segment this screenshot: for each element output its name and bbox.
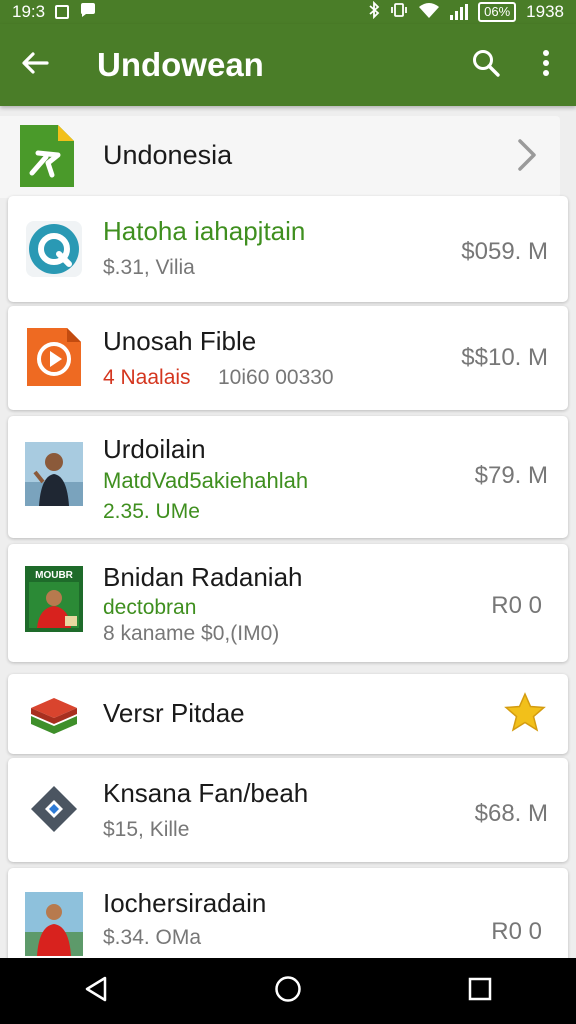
battery-indicator: 06%: [478, 2, 517, 22]
content-list[interactable]: Undonesia Hatoha iahapjtain $.31, Vilia …: [0, 106, 576, 958]
triangle-back-icon: [84, 975, 108, 1008]
item-title: Versr Pitdae: [103, 698, 245, 728]
system-nav-bar: [0, 958, 576, 1024]
video-file-icon: [25, 326, 83, 386]
bluetooth-icon: [368, 0, 380, 24]
nav-back-button[interactable]: [56, 958, 136, 1024]
category-label: Undonesia: [103, 140, 233, 170]
item-subtitle: MatdVad5akiehahlah: [103, 468, 309, 493]
search-button[interactable]: [456, 24, 516, 106]
list-item[interactable]: Iochersiradain $.34. OMa R0 0: [8, 868, 568, 958]
app-file-icon: [18, 123, 76, 189]
chevron-right-icon: [516, 138, 538, 177]
avatar-thumbnail: [25, 892, 83, 956]
square-recents-icon: [467, 976, 493, 1007]
item-title: Unosah Fible: [103, 326, 257, 356]
list-item[interactable]: Unosah Fible 4 Naalais 10i60 00330 $$10.…: [8, 306, 568, 410]
item-title: Urdoilain: [103, 434, 206, 464]
vibrate-icon: [390, 1, 408, 24]
item-title: Hatoha iahapjtain: [103, 216, 306, 246]
nav-home-button[interactable]: [248, 958, 328, 1024]
item-subtitle: $15, Kille: [103, 818, 190, 841]
circle-home-icon: [274, 975, 302, 1008]
item-title: Bnidan Radaniah: [103, 562, 303, 592]
item-title: Iochersiradain: [103, 888, 267, 918]
page-title: Undowean: [97, 46, 264, 83]
item-meta: 8 kaname $0,(IM0): [103, 622, 280, 645]
layers-icon: [25, 690, 83, 738]
back-button[interactable]: [0, 24, 70, 106]
item-meta: 2.35. UMe: [103, 500, 200, 523]
list-item[interactable]: Urdoilain MatdVad5akiehahlah 2.35. UMe $…: [8, 416, 568, 538]
item-subtitle-alert: 4 Naalais: [103, 366, 191, 389]
avatar-thumbnail: [25, 442, 83, 506]
status-bar: 19:3 06% 1938: [0, 0, 576, 24]
list-item[interactable]: MOUBR Bnidan Radaniah dectobran 8 kaname…: [8, 544, 568, 662]
item-subtitle: dectobran: [103, 596, 197, 619]
list-item[interactable]: Knsana Fan/beah $15, Kille $68. M: [8, 758, 568, 862]
more-options-button[interactable]: [516, 24, 576, 106]
item-price: R0 0: [491, 592, 542, 619]
status-clock: 1938: [526, 2, 564, 21]
poster-caption: MOUBR: [35, 570, 74, 581]
list-item[interactable]: Hatoha iahapjtain $.31, Vilia $059. M: [8, 196, 568, 302]
search-icon: [471, 48, 501, 83]
signal-icon: [450, 4, 469, 20]
arrow-left-icon: [21, 51, 49, 80]
chat-notification-icon: [79, 2, 97, 23]
status-time: 19:3: [12, 2, 46, 21]
wifi-icon: [418, 2, 440, 23]
item-price: $$10. M: [461, 344, 548, 371]
item-price: $059. M: [461, 238, 548, 265]
more-vert-icon: [542, 49, 550, 82]
item-price: R0 0: [491, 918, 542, 945]
list-item-featured[interactable]: Versr Pitdae: [8, 674, 568, 754]
app-icon-refresh: [25, 220, 83, 278]
item-subtitle: $.31, Vilia: [103, 256, 195, 279]
item-price: $79. M: [474, 462, 548, 489]
nav-recents-button[interactable]: [440, 958, 520, 1024]
item-subtitle: 10i60 00330: [218, 366, 334, 389]
item-subtitle: $.34. OMa: [103, 926, 202, 949]
category-header-row[interactable]: Undonesia: [0, 116, 560, 198]
gallery-notification-icon: [55, 5, 70, 19]
poster-thumbnail: MOUBR: [25, 566, 83, 632]
app-bar: Undowean: [0, 24, 576, 106]
star-icon[interactable]: [504, 692, 546, 737]
app-icon-link: [25, 780, 83, 838]
item-price: $68. M: [474, 800, 548, 827]
item-title: Knsana Fan/beah: [103, 778, 309, 808]
